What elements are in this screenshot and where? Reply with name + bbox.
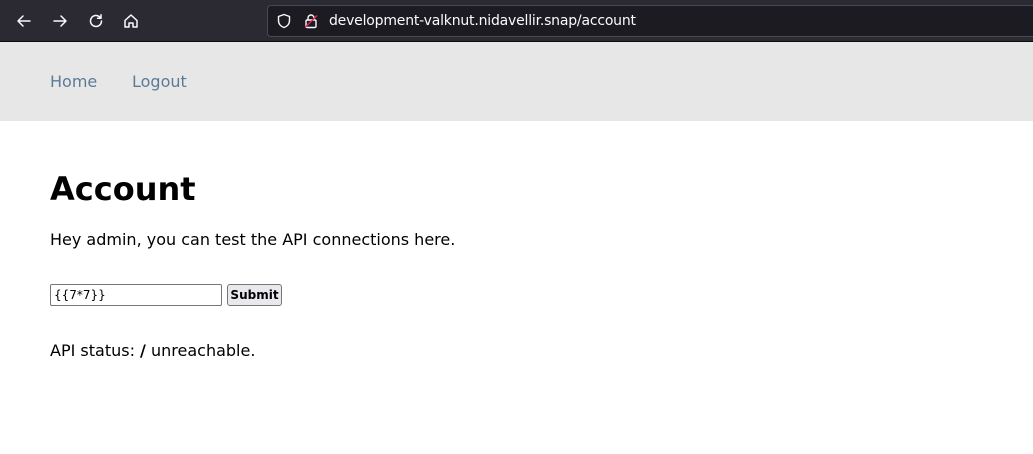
- reload-icon: [89, 14, 103, 28]
- back-arrow-icon: [17, 15, 31, 27]
- reload-button[interactable]: [82, 7, 110, 35]
- lock-icon[interactable]: [303, 13, 319, 29]
- forward-arrow-icon: [53, 15, 67, 27]
- browser-toolbar: development-valknut.nidavellir.snap/acco…: [0, 0, 1033, 42]
- home-icon: [124, 14, 138, 28]
- site-navbar: Home Logout: [0, 42, 1033, 121]
- api-status-label: API status:: [50, 341, 135, 360]
- url-bar[interactable]: development-valknut.nidavellir.snap/acco…: [267, 5, 1033, 37]
- forward-button[interactable]: [46, 7, 74, 35]
- submit-button[interactable]: Submit: [227, 284, 282, 306]
- api-test-input[interactable]: [50, 284, 222, 306]
- api-status-value: unreachable.: [150, 341, 256, 360]
- nav-link-logout[interactable]: Logout: [132, 72, 187, 91]
- home-button[interactable]: [117, 7, 145, 35]
- nav-link-home[interactable]: Home: [50, 72, 97, 91]
- back-button[interactable]: [10, 7, 38, 35]
- api-status-endpoint: /: [140, 341, 146, 360]
- api-status: API status: / unreachable.: [50, 341, 255, 360]
- page-title: Account: [50, 170, 196, 208]
- url-text[interactable]: development-valknut.nidavellir.snap/acco…: [329, 13, 636, 29]
- shield-icon[interactable]: [276, 13, 292, 29]
- intro-text: Hey admin, you can test the API connecti…: [50, 230, 456, 249]
